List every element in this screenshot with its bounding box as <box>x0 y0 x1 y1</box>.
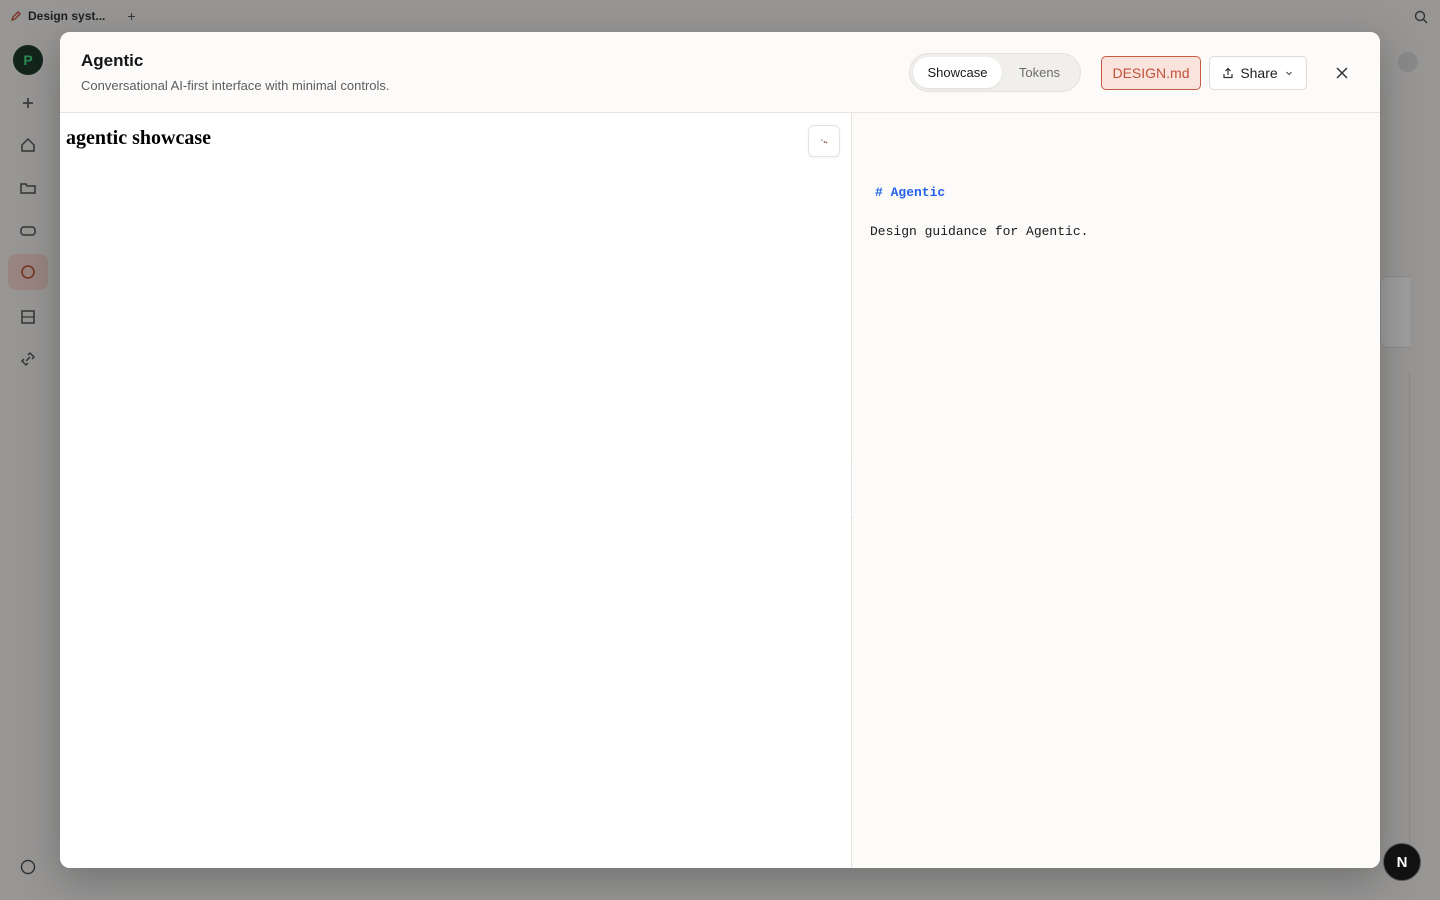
share-button-label: Share <box>1240 65 1278 81</box>
modal-body: agentic showcase › # Agentic Design guid… <box>60 113 1380 868</box>
design-system-modal: Agentic Conversational AI-first interfac… <box>60 32 1380 868</box>
chevron-down-icon <box>1285 71 1292 76</box>
loading-button[interactable] <box>808 125 840 157</box>
design-md-button[interactable]: DESIGN.md <box>1101 56 1201 90</box>
spinner-icon <box>821 139 828 144</box>
share-button[interactable]: Share <box>1209 56 1307 90</box>
close-button[interactable] <box>1332 63 1352 83</box>
tab-tokens[interactable]: Tokens <box>1002 57 1077 88</box>
view-toggle: Showcase Tokens <box>909 53 1081 92</box>
modal-subtitle: Conversational AI-first interface with m… <box>81 78 390 93</box>
upload-icon <box>1223 67 1233 79</box>
modal-header: Agentic Conversational AI-first interfac… <box>60 32 1380 113</box>
showcase-pane: agentic showcase <box>60 113 852 868</box>
dev-tools-badge[interactable]: N <box>1383 843 1421 881</box>
markdown-body: Design guidance for Agentic. <box>870 224 1089 239</box>
tab-showcase[interactable]: Showcase <box>913 57 1002 88</box>
showcase-heading: agentic showcase <box>66 127 211 149</box>
markdown-heading: # Agentic <box>875 185 946 200</box>
markdown-pane: # Agentic Design guidance for Agentic. <box>853 113 1380 868</box>
close-icon <box>1336 67 1348 79</box>
modal-title: Agentic <box>81 51 144 70</box>
